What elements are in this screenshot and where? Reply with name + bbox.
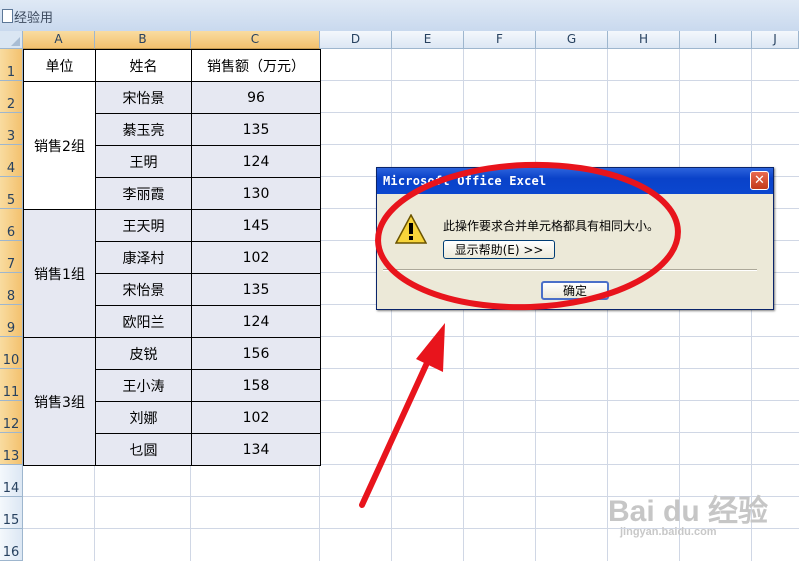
pointer-arrow-head xyxy=(416,323,445,372)
pointer-arrow-shaft xyxy=(359,349,435,508)
watermark-brand: Bai du 经验 xyxy=(608,495,769,528)
highlight-ellipse xyxy=(375,161,681,311)
annotation-overlay xyxy=(359,161,681,508)
watermark: Bai du 经验 jingyan.baidu.com xyxy=(608,486,768,538)
